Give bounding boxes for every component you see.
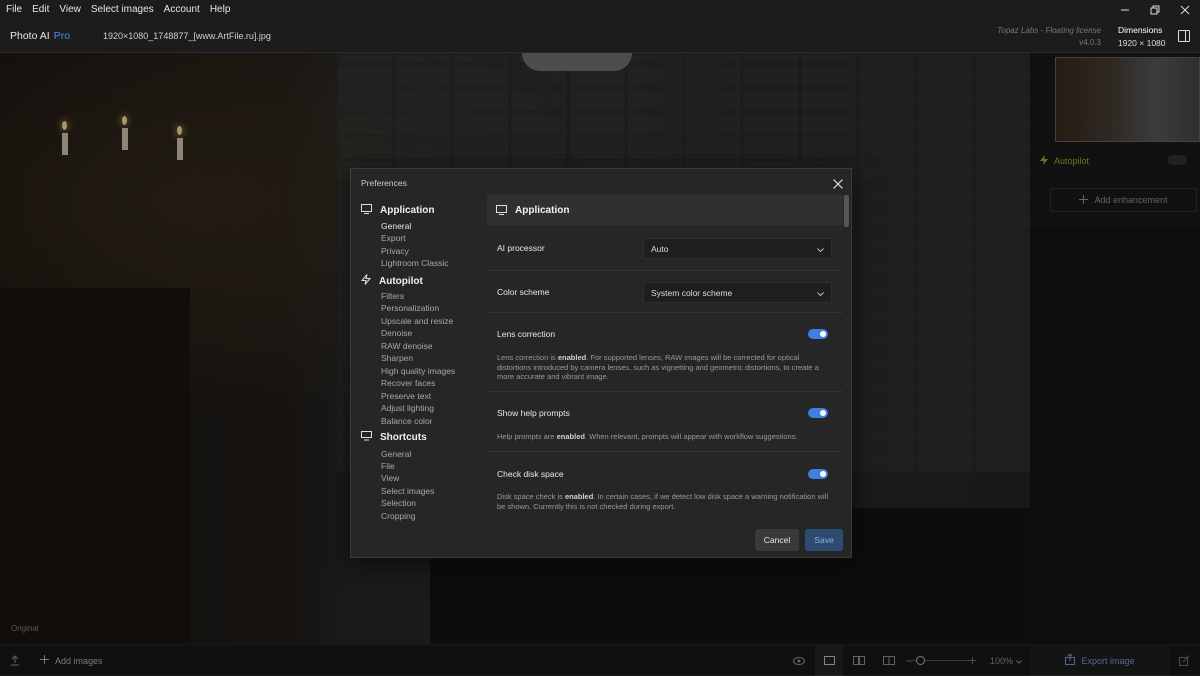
color-scheme-select[interactable]: System color scheme	[643, 282, 832, 303]
dialog-title: Preferences	[361, 178, 407, 188]
menu-help[interactable]: Help	[204, 4, 235, 15]
desc-text: Disk space check is	[497, 492, 565, 501]
nav-item-sharpen[interactable]: Sharpen	[381, 353, 413, 363]
nav-section-label: Shortcuts	[380, 432, 427, 443]
menu-account[interactable]: Account	[158, 4, 204, 15]
monitor-icon	[361, 204, 372, 217]
lightning-icon	[360, 274, 372, 288]
nav-item-high-quality-images[interactable]: High quality images	[381, 366, 455, 376]
close-window-icon[interactable]	[1170, 0, 1200, 19]
nav-item-upscale-resize[interactable]: Upscale and resize	[381, 316, 453, 326]
desc-status: enabled	[556, 432, 585, 441]
disk-space-toggle[interactable]	[808, 469, 828, 479]
scrollbar-thumb[interactable]	[844, 195, 849, 227]
lens-correction-label: Lens correction	[497, 329, 556, 339]
menu-edit[interactable]: Edit	[26, 4, 53, 15]
desc-text: . When relevant, prompts will appear wit…	[584, 432, 798, 441]
divider	[487, 391, 843, 392]
dimensions-info: Dimensions 1920 × 1080	[1118, 24, 1166, 50]
nav-section-label: Autopilot	[379, 275, 423, 287]
nav-section-shortcuts[interactable]: Shortcuts	[361, 431, 427, 444]
nav-item-adjust-lighting[interactable]: Adjust lighting	[381, 403, 434, 413]
pro-badge: Pro	[53, 30, 71, 42]
license-text: Topaz Labs - Floating license	[997, 26, 1101, 35]
nav-item-shortcuts-general[interactable]: General	[381, 449, 411, 459]
disk-space-label: Check disk space	[497, 469, 564, 479]
desc-text: Help prompts are	[497, 432, 557, 441]
nav-item-balance-color[interactable]: Balance color	[381, 416, 433, 426]
dimensions-value: 1920 × 1080	[1118, 38, 1166, 48]
divider	[487, 451, 843, 452]
menu-view[interactable]: View	[53, 4, 85, 15]
content-header: Application	[487, 195, 843, 225]
minimize-icon[interactable]	[1110, 0, 1140, 19]
panel-toggle-icon[interactable]	[1174, 27, 1194, 45]
version-text: v4.0.3	[1079, 38, 1101, 47]
monitor-icon	[496, 205, 507, 215]
color-scheme-value: System color scheme	[651, 287, 733, 298]
divider	[487, 312, 843, 313]
license-info: Topaz Labs - Floating license v4.0.3	[997, 25, 1101, 49]
nav-section-label: Application	[380, 205, 435, 216]
content-scrollbar[interactable]	[843, 195, 849, 521]
restore-icon[interactable]	[1140, 0, 1170, 19]
nav-item-general[interactable]: General	[381, 221, 411, 231]
nav-item-raw-denoise[interactable]: RAW denoise	[381, 341, 433, 351]
nav-item-shortcuts-cropping[interactable]: Cropping	[381, 511, 416, 521]
nav-item-shortcuts-select-images[interactable]: Select images	[381, 486, 434, 496]
nav-item-shortcuts-file[interactable]: File	[381, 461, 395, 471]
menu-select-images[interactable]: Select images	[85, 4, 158, 15]
content-title: Application	[515, 204, 570, 216]
nav-item-personalization[interactable]: Personalization	[381, 303, 439, 313]
menu-bar: File Edit View Select images Account Hel…	[0, 0, 1200, 19]
preferences-dialog: Preferences Application General Export P…	[350, 168, 852, 558]
nav-item-lightroom-classic[interactable]: Lightroom Classic	[381, 258, 449, 268]
lens-correction-toggle[interactable]	[808, 329, 828, 339]
app-name: Photo AI Pro	[10, 30, 70, 42]
file-name: 1920×1080_1748877_[www.ArtFile.ru].jpg	[103, 31, 271, 41]
ai-processor-select[interactable]: Auto	[643, 238, 832, 259]
app-name-text: Photo AI	[10, 30, 50, 42]
help-prompts-toggle[interactable]	[808, 408, 828, 418]
keyboard-icon	[361, 431, 372, 444]
lens-correction-description: Lens correction is enabled. For supporte…	[497, 353, 831, 382]
nav-section-autopilot[interactable]: Autopilot	[360, 274, 423, 288]
title-bar: Photo AI Pro 1920×1080_1748877_[www.ArtFi…	[0, 19, 1200, 53]
desc-text: Lens correction is	[497, 353, 558, 362]
chevron-down-icon	[817, 244, 824, 254]
nav-item-shortcuts-selection[interactable]: Selection	[381, 498, 416, 508]
nav-item-privacy[interactable]: Privacy	[381, 246, 409, 256]
nav-item-filters[interactable]: Filters	[381, 291, 404, 301]
desc-status: enabled	[557, 353, 587, 362]
disk-space-description: Disk space check is enabled. In certain …	[497, 492, 831, 511]
divider	[487, 270, 843, 271]
nav-item-denoise[interactable]: Denoise	[381, 328, 412, 338]
cancel-button[interactable]: Cancel	[755, 529, 799, 551]
nav-item-export[interactable]: Export	[381, 233, 406, 243]
close-icon[interactable]	[828, 174, 848, 194]
preferences-content: Application AI processor Auto Color sche…	[487, 195, 843, 521]
color-scheme-label: Color scheme	[497, 287, 550, 297]
ai-processor-label: AI processor	[497, 243, 545, 253]
nav-section-application[interactable]: Application	[361, 204, 434, 217]
save-button[interactable]: Save	[805, 529, 843, 551]
preferences-nav: Application General Export Privacy Light…	[351, 195, 487, 521]
nav-item-preserve-text[interactable]: Preserve text	[381, 391, 431, 401]
dimensions-label: Dimensions	[1118, 25, 1163, 35]
help-prompts-label: Show help prompts	[497, 408, 570, 418]
chevron-down-icon	[817, 288, 824, 298]
help-prompts-description: Help prompts are enabled. When relevant,…	[497, 432, 831, 442]
menu-file[interactable]: File	[0, 4, 26, 15]
ai-processor-value: Auto	[651, 243, 669, 254]
desc-status: enabled	[564, 492, 594, 501]
nav-item-recover-faces[interactable]: Recover faces	[381, 378, 435, 388]
nav-item-shortcuts-view[interactable]: View	[381, 473, 399, 483]
